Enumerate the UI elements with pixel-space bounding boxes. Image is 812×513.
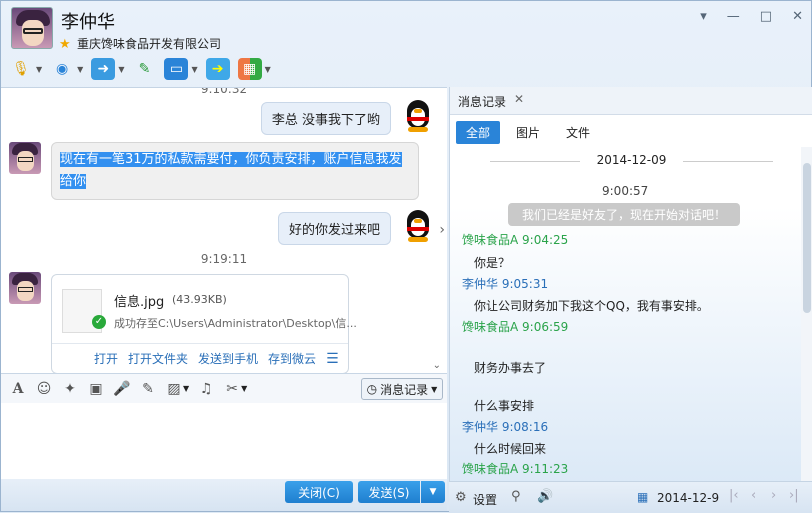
history-message: 你让公司财务加下我这个QQ，我有事安排。 <box>474 299 709 313</box>
history-message: 财务办事去了 <box>474 361 547 375</box>
filter-all[interactable]: 全部 <box>456 121 501 144</box>
first-page-icon[interactable]: |‹ <box>729 488 739 503</box>
file-action-open[interactable]: 打开 <box>94 350 118 367</box>
contact-name[interactable]: 李仲华 <box>61 8 115 34</box>
file-actions: 打开 打开文件夹 发送到手机 存到微云 ☰ <box>52 343 348 373</box>
apps-button[interactable]: ▦ ▼ <box>237 55 271 83</box>
history-footer-date: 2014-12-9 <box>657 491 720 505</box>
penguin-avatar-icon <box>403 100 433 132</box>
close-tab-icon[interactable]: ✕ <box>514 92 524 106</box>
microphone-icon: 🎙 <box>12 61 30 77</box>
send-options-dropdown[interactable]: ▼ <box>421 481 445 503</box>
message-bubble-self[interactable]: 李总 没事我下了哟 <box>260 102 391 135</box>
minimize-icon[interactable]: — <box>727 9 740 24</box>
chat-footer: 关闭(C) 发送(S) ▼ <box>1 479 447 511</box>
emoji-icon[interactable]: ☺ <box>35 381 53 397</box>
chevron-right-icon[interactable]: › <box>439 222 445 238</box>
folder-transfer-icon: ➜ <box>91 58 116 80</box>
settings-label[interactable]: 设置 <box>473 491 497 508</box>
file-action-save-cloud[interactable]: 存到微云 <box>268 350 316 367</box>
chat-toolbar: 🎙 ▼ ◉ ▼ ➜ ▼ ✎ ▭ ▼ ➔ ▦ ▼ <box>9 55 271 83</box>
history-filters: 全部 图片 文件 <box>456 121 600 144</box>
remote-assist-icon: ➔ <box>205 58 230 80</box>
chat-header: 李仲华 ★ 重庆馋味食品开发有限公司 ▾ — □ ✕ 🎙 ▼ ◉ ▼ ➜ ▼ ✎ ▭ ▼… <box>1 1 811 87</box>
history-footer: ⚙ 设置 ⚲ 🔊 ▦ 2014-12-9 |‹ ‹ › ›| <box>449 481 812 513</box>
speaker-icon[interactable]: 🔊 <box>537 489 553 504</box>
camera-icon: ◉ <box>56 61 69 77</box>
close-icon[interactable]: ✕ <box>792 9 803 24</box>
file-name: 信息.jpg <box>114 295 165 310</box>
screen-share-button[interactable]: ▭ ▼ <box>164 55 198 83</box>
file-size: (43.93KB) <box>172 293 227 306</box>
maximize-icon[interactable]: □ <box>760 9 772 24</box>
history-scrollbar[interactable] <box>801 147 812 481</box>
contact-company: 重庆馋味食品开发有限公司 <box>77 37 222 51</box>
clock-icon: ◷ <box>366 382 378 396</box>
filter-images[interactable]: 图片 <box>506 121 550 144</box>
image-icon[interactable]: ▨ <box>165 381 183 397</box>
history-sender: 馋味食品A 9:04:25 <box>462 233 569 247</box>
history-date: 2014-12-09 <box>450 153 812 167</box>
file-action-send-phone[interactable]: 发送到手机 <box>198 350 258 367</box>
file-message-card[interactable]: ✓ 信息.jpg (43.93KB) 成功存至C:\Users\Administ… <box>51 274 357 373</box>
send-file-button[interactable]: ➜ ▼ <box>91 55 124 83</box>
screen-share-icon: ▭ <box>164 58 189 80</box>
history-time: 9:00:57 <box>602 184 649 198</box>
history-sender: 馋味食品A 9:11:23 <box>462 462 569 476</box>
check-icon: ✓ <box>92 315 106 329</box>
history-sender: 馋味食品A 9:06:59 <box>462 320 569 334</box>
edit-icon[interactable]: ✎ <box>139 381 157 397</box>
history-sender: 李仲华 9:08:16 <box>462 420 549 434</box>
prev-page-icon[interactable]: ‹ <box>751 488 756 503</box>
message-input[interactable] <box>1 403 447 481</box>
last-page-icon[interactable]: ›| <box>789 488 799 503</box>
chat-message-area[interactable]: 9:10:32 李总 没事我下了哟 现在有一笔31万的私款需要付，你负责安排，账… <box>1 87 447 373</box>
history-message: 什么时候回来 <box>474 442 547 456</box>
send-button[interactable]: 发送(S) <box>358 481 420 503</box>
chevron-down-icon[interactable]: ⌄ <box>433 360 441 371</box>
history-sender: 李仲华 9:05:31 <box>462 277 549 291</box>
history-message: 什么事安排 <box>474 399 535 413</box>
sender-avatar[interactable] <box>9 272 41 304</box>
apps-icon: ▦ <box>237 58 262 80</box>
sender-avatar[interactable] <box>9 142 41 174</box>
calendar-icon[interactable]: ▦ <box>637 490 648 504</box>
star-icon: ★ <box>59 37 71 52</box>
history-panel: 消息记录 ✕ 全部 图片 文件 2014-12-09 9:00:57 我们已经是… <box>449 87 812 481</box>
message-bubble-contact[interactable]: 现在有一笔31万的私款需要付，你负责安排，账户信息我发给你 <box>51 142 419 200</box>
history-tab[interactable]: 消息记录 ✕ <box>450 87 812 115</box>
gif-icon[interactable]: ▣ <box>87 381 105 397</box>
file-status: 成功存至C:\Users\Administrator\Desktop\信... <box>114 317 357 330</box>
penguin-avatar-icon <box>403 210 433 242</box>
add-note-icon: ✎ <box>138 61 151 77</box>
history-message: 你是？ <box>474 256 511 270</box>
message-history-button[interactable]: ◷ 消息记录 ▼ <box>361 378 443 400</box>
font-icon[interactable]: A <box>9 381 27 397</box>
search-icon[interactable]: ⚲ <box>511 489 521 504</box>
chevron-down-icon: ▼ <box>429 487 437 497</box>
input-toolbar: A ☺ ✦ ▣ 🎤 ✎ ▨ ▼ ♫ ✂ ▼ ◷ 消息记录 ▼ <box>1 373 447 403</box>
gear-icon[interactable]: ⚙ <box>455 490 467 505</box>
music-icon[interactable]: ♫ <box>197 381 215 397</box>
pin-icon[interactable]: ▾ <box>700 9 707 24</box>
voice-message-icon[interactable]: 🎤 <box>113 381 131 397</box>
timestamp: 9:19:11 <box>200 252 248 266</box>
create-discussion-button[interactable]: ✎ <box>132 55 156 83</box>
more-menu-icon[interactable]: ☰ <box>326 351 339 367</box>
next-page-icon[interactable]: › <box>771 488 776 503</box>
system-message: 我们已经是好友了，现在开始对话吧！ <box>508 203 741 226</box>
message-bubble-self[interactable]: 好的你发过来吧 <box>277 212 391 245</box>
window-controls: ▾ — □ ✕ <box>700 9 803 24</box>
timestamp: 9:10:32 <box>200 87 248 96</box>
filter-files[interactable]: 文件 <box>556 121 600 144</box>
close-button[interactable]: 关闭(C) <box>285 481 353 503</box>
file-action-open-folder[interactable]: 打开文件夹 <box>128 350 188 367</box>
scissors-icon[interactable]: ✂ <box>223 381 241 397</box>
remote-assist-button[interactable]: ➔ <box>205 55 230 83</box>
contact-avatar[interactable] <box>11 7 53 49</box>
voice-call-button[interactable]: 🎙 ▼ <box>9 55 42 83</box>
magic-wand-icon[interactable]: ✦ <box>61 381 79 397</box>
video-call-button[interactable]: ◉ ▼ <box>50 55 83 83</box>
qq-chat-window: 李仲华 ★ 重庆馋味食品开发有限公司 ▾ — □ ✕ 🎙 ▼ ◉ ▼ ➜ ▼ ✎ ▭ ▼… <box>0 0 812 513</box>
